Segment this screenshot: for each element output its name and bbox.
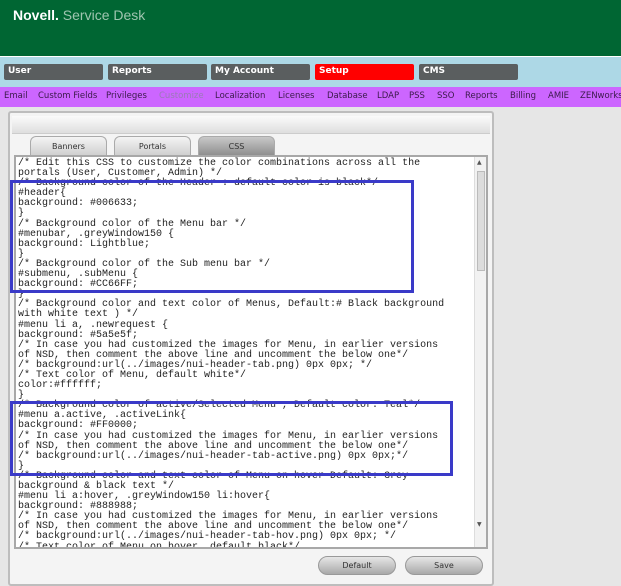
scroll-down-icon[interactable]: ▼ — [477, 521, 482, 528]
submenu-item-custom-fields[interactable]: Custom Fields — [38, 91, 97, 101]
tab-css[interactable]: CSS — [198, 136, 275, 155]
header: Novell. Service Desk — [0, 0, 621, 56]
highlight-box-active-menu — [10, 401, 453, 476]
code-line: with white text ) */ — [18, 309, 139, 321]
submenu-item-licenses[interactable]: Licenses — [278, 91, 314, 101]
save-button[interactable]: Save — [405, 556, 483, 575]
submenu-item-ldap[interactable]: LDAP — [377, 91, 399, 101]
submenu-item-zenworks[interactable]: ZENworks — [580, 91, 621, 101]
scrollbar[interactable]: ▲ ▼ — [474, 157, 486, 547]
submenu-item-privileges[interactable]: Privileges — [106, 91, 147, 101]
highlight-box-header-menu — [10, 180, 414, 293]
submenu-item-pss[interactable]: PSS — [409, 91, 425, 101]
menu-item-reports[interactable]: Reports — [108, 64, 207, 80]
submenu-item-reports[interactable]: Reports — [465, 91, 498, 101]
submenu-item-localization[interactable]: Localization — [215, 91, 265, 101]
code-line: /* Text color of Menu on hover, default … — [18, 541, 301, 549]
submenu-item-customize[interactable]: Customize — [159, 91, 204, 101]
tab-banners[interactable]: Banners — [30, 136, 107, 155]
menu-item-user[interactable]: User — [4, 64, 103, 80]
menu-item-setup[interactable]: Setup — [315, 64, 414, 80]
scroll-thumb[interactable] — [477, 171, 485, 271]
submenu-item-sso[interactable]: SSO — [437, 91, 454, 101]
submenu-item-email[interactable]: Email — [4, 91, 28, 101]
code-line: color:#ffffff; — [18, 380, 103, 392]
menu-bar: User Reports My Account Setup CMS — [0, 56, 621, 87]
tab-portals[interactable]: Portals — [114, 136, 191, 155]
panel-title-strip — [12, 116, 490, 134]
submenu-item-database[interactable]: Database — [327, 91, 368, 101]
submenu-item-amie[interactable]: AMIE — [548, 91, 569, 101]
logo: Novell. Service Desk — [13, 7, 146, 23]
scroll-up-icon[interactable]: ▲ — [477, 159, 482, 166]
menu-item-cms[interactable]: CMS — [419, 64, 518, 80]
default-button[interactable]: Default — [318, 556, 396, 575]
menu-item-my-account[interactable]: My Account — [211, 64, 310, 80]
sub-menu-bar: Email Custom Fields Privileges Customize Loc… — [0, 87, 621, 107]
submenu-item-billing[interactable]: Billing — [510, 91, 536, 101]
